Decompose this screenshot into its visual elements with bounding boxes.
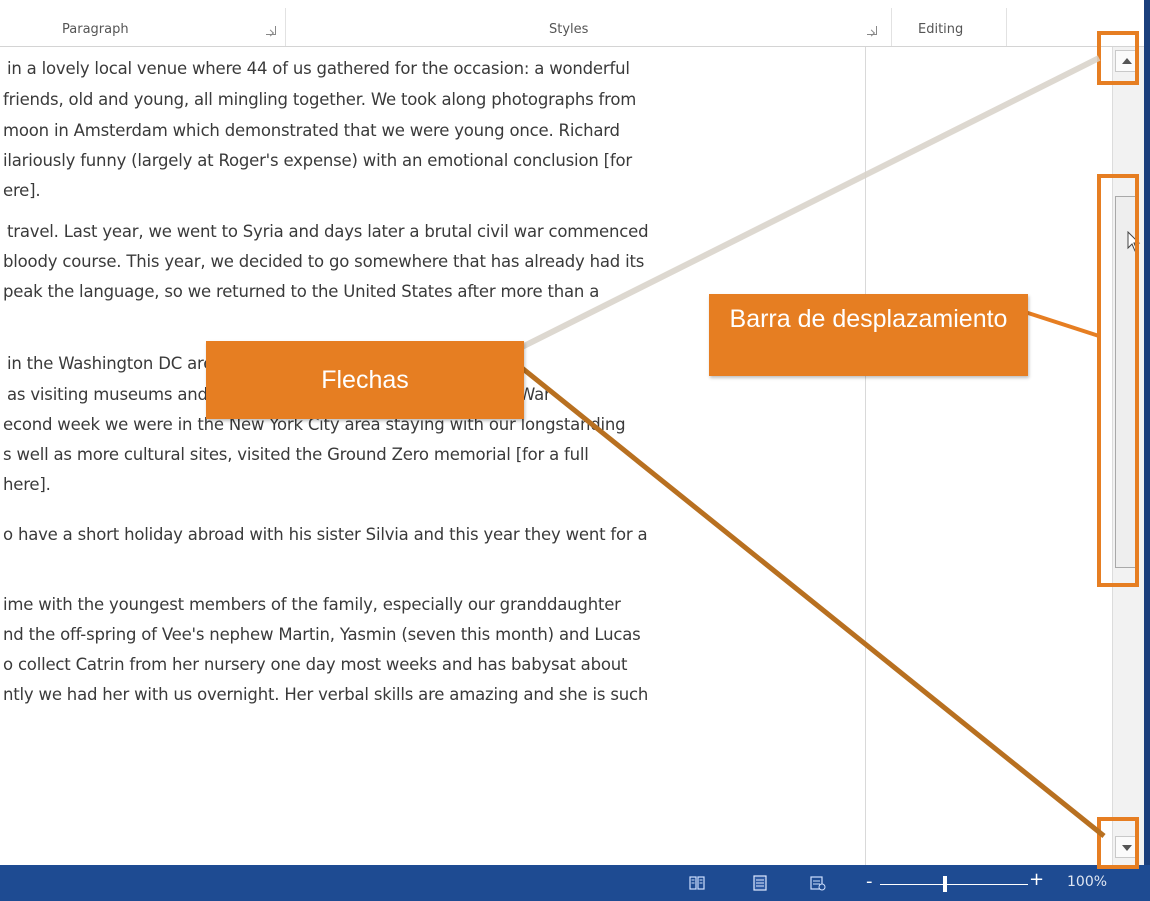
ribbon-group-editing[interactable]: Editing — [918, 22, 963, 37]
document-line: moon in Amsterdam which demonstrated tha… — [3, 121, 620, 140]
ribbon-group-paragraph: Paragraph — [62, 22, 129, 37]
document-line: here]. — [3, 475, 51, 494]
document-line: in a lovely local venue where 44 of us g… — [7, 59, 630, 78]
zoom-slider-handle[interactable] — [943, 876, 947, 892]
document-line: ilariously funny (largely at Roger's exp… — [3, 151, 632, 170]
document-line: ntly we had her with us overnight. Her v… — [3, 685, 649, 704]
ribbon: Paragraph Styles Editing — [0, 0, 1150, 47]
web-layout-icon[interactable] — [810, 875, 826, 891]
document-line: bloody course. This year, we decided to … — [3, 252, 645, 271]
styles-dialog-launcher-icon[interactable] — [867, 26, 877, 35]
document-line: travel. Last year, we went to Syria and … — [7, 222, 649, 241]
zoom-in-button[interactable]: + — [1029, 869, 1044, 890]
document-line: nd the off-spring of Vee's nephew Martin… — [3, 625, 641, 644]
document-line: peak the language, so we returned to the… — [3, 282, 600, 301]
document-page[interactable]: in a lovely local venue where 44 of us g… — [0, 47, 865, 865]
ribbon-group-styles: Styles — [549, 22, 589, 37]
highlight-down-arrow — [1097, 817, 1139, 869]
ribbon-separator — [285, 8, 286, 46]
ribbon-separator — [1006, 8, 1007, 46]
document-line: ere]. — [3, 181, 41, 200]
zoom-percentage[interactable]: 100% — [1067, 874, 1107, 890]
status-bar — [0, 865, 1150, 901]
callout-flechas: Flechas — [206, 341, 524, 419]
paragraph-dialog-launcher-icon[interactable] — [266, 26, 276, 35]
read-mode-icon[interactable] — [689, 875, 705, 891]
ribbon-separator — [891, 8, 892, 46]
callout-barra-desplazamiento: Barra de desplazamiento — [709, 294, 1028, 376]
zoom-slider[interactable] — [880, 884, 1028, 885]
document-line: o have a short holiday abroad with his s… — [3, 525, 648, 544]
window-edge — [1144, 0, 1150, 901]
zoom-out-button[interactable]: - — [866, 871, 873, 892]
document-line: s well as more cultural sites, visited t… — [3, 445, 589, 464]
document-line: friends, old and young, all mingling tog… — [3, 90, 637, 109]
highlight-scrollbar — [1097, 174, 1139, 587]
print-layout-icon[interactable] — [752, 875, 768, 891]
document-line: ime with the youngest members of the fam… — [3, 595, 621, 614]
right-margin-area — [865, 47, 1121, 865]
document-line: o collect Catrin from her nursery one da… — [3, 655, 628, 674]
highlight-up-arrow — [1097, 31, 1139, 85]
